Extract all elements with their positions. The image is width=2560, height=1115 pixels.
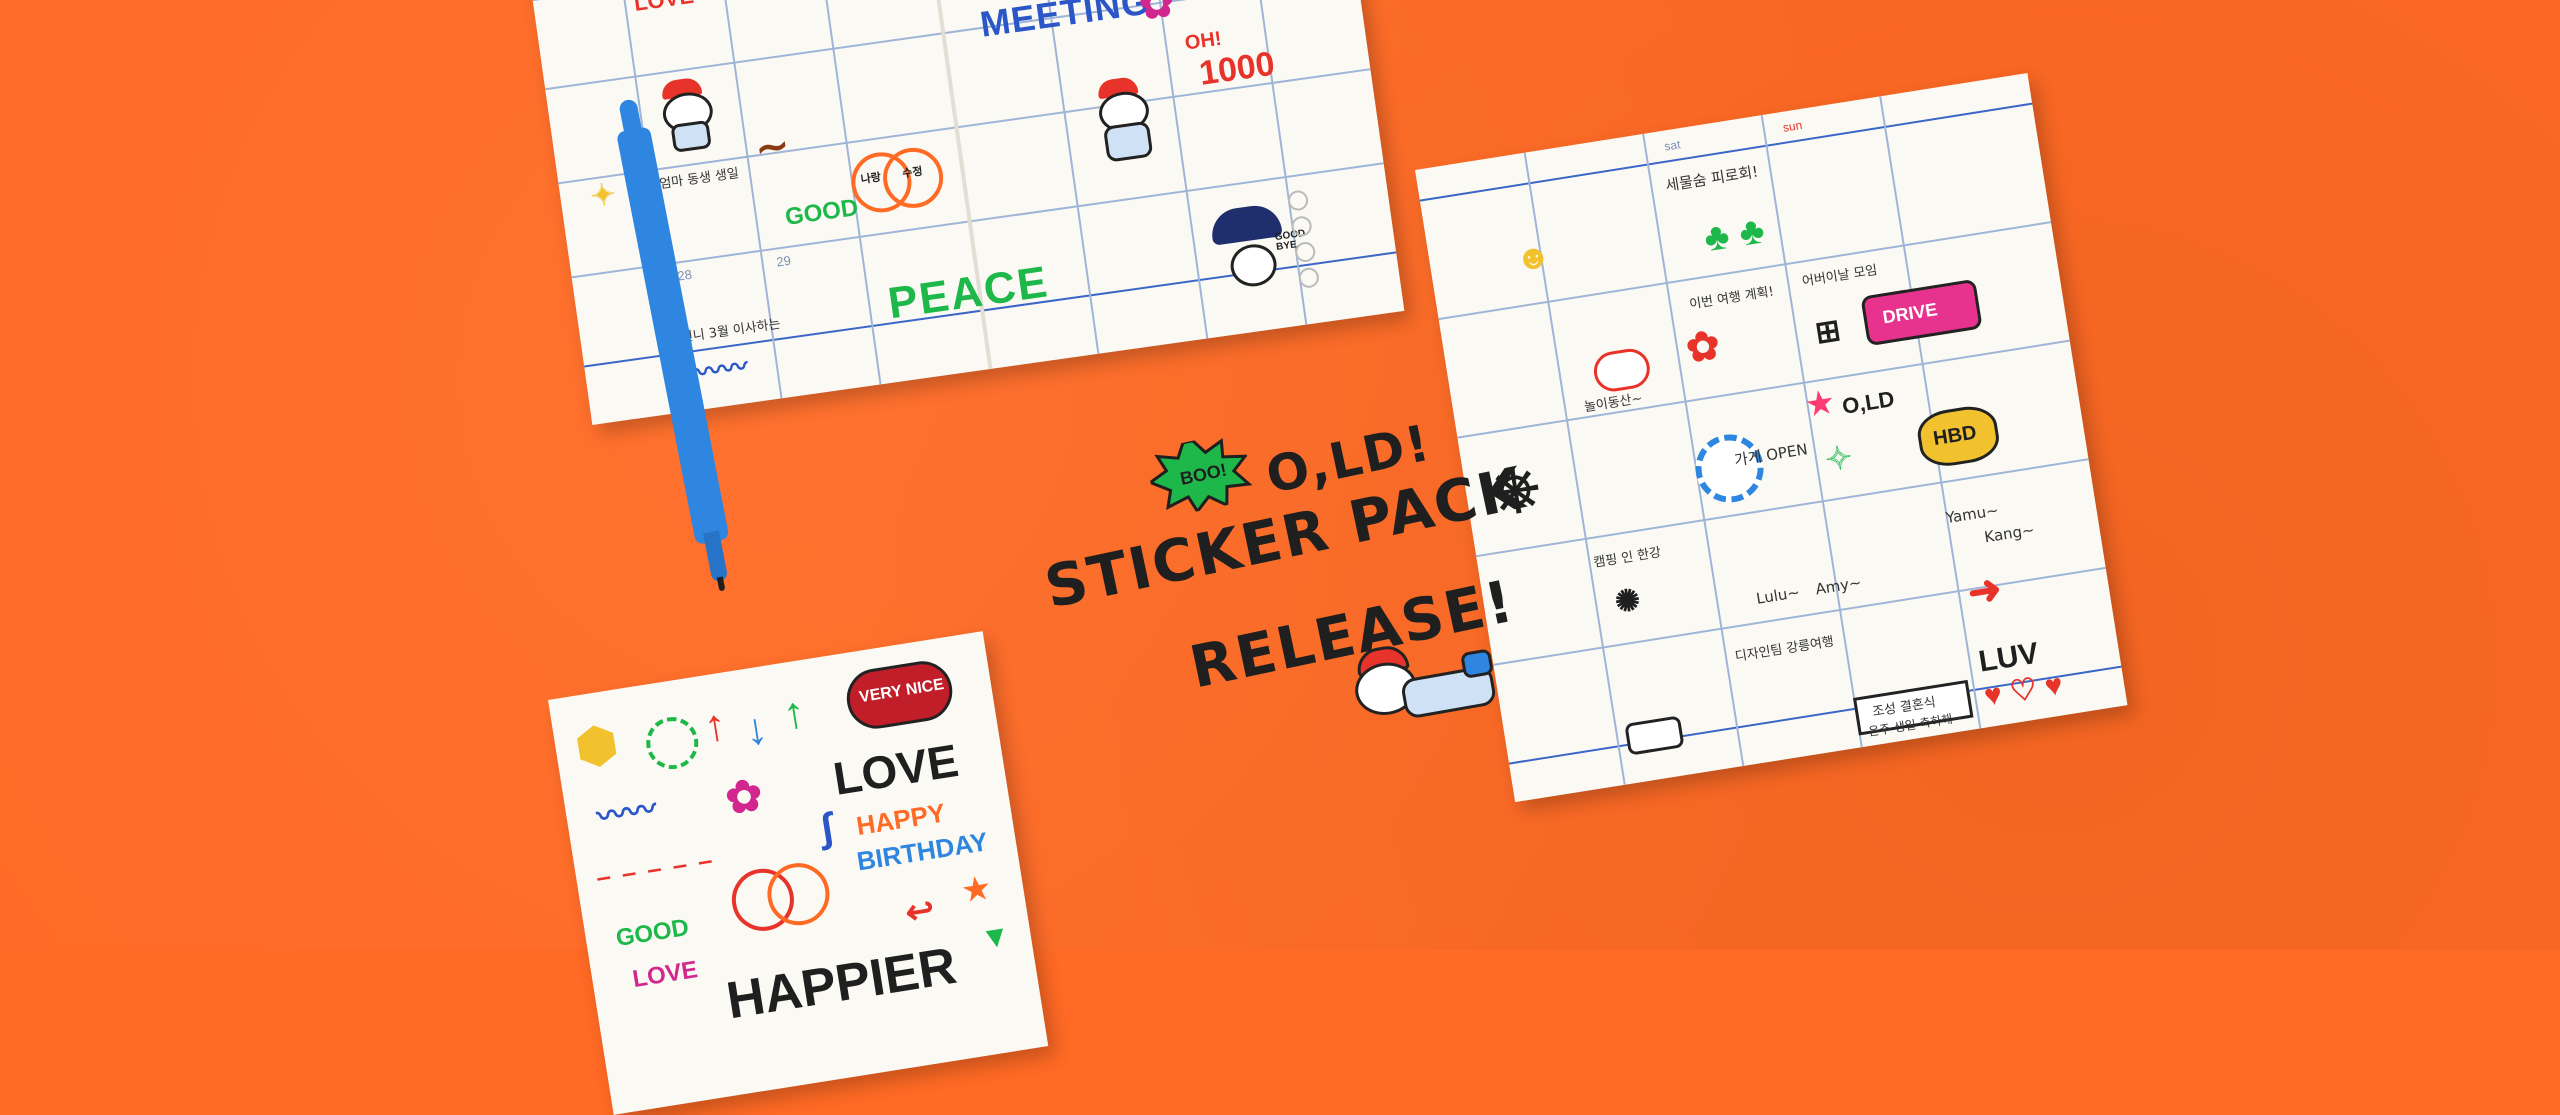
flower-sticker: ✿ bbox=[1683, 322, 1724, 372]
gift-icon: ⊞ bbox=[1812, 313, 1843, 351]
overlap-circles-sticker bbox=[727, 858, 835, 936]
car-sticker bbox=[1624, 715, 1685, 756]
arrow-down-icon: ↓ bbox=[741, 703, 771, 756]
sparkle-sticker: ✦ bbox=[588, 177, 618, 214]
flower-sticker: ✿ bbox=[1136, 0, 1178, 29]
love2-sticker: LOVE bbox=[630, 956, 700, 994]
star-sticker: ★ bbox=[960, 871, 993, 909]
character-sticker bbox=[650, 75, 719, 153]
character-sticker bbox=[1085, 74, 1160, 163]
wave-scribble: 〰〰 bbox=[694, 350, 750, 388]
good-sticker: GOOD bbox=[614, 913, 691, 953]
gear-sticker bbox=[1690, 429, 1769, 508]
handwritten-note: 세물숨 피로회! bbox=[1664, 162, 1760, 195]
flower-sticker: ✿ bbox=[721, 769, 767, 825]
very-nice-sticker: VERY NICE bbox=[842, 657, 957, 733]
arrow-up-icon: ↑ bbox=[700, 699, 730, 752]
smiley-sticker: ☻ bbox=[1512, 236, 1554, 280]
heart-sticker: ♥ bbox=[1236, 0, 1258, 7]
handwritten-note: 엄마 동생 생일 bbox=[658, 166, 740, 193]
dash-line: – – – – – bbox=[594, 844, 717, 893]
drive-label: DRIVE bbox=[1881, 299, 1939, 328]
peace-sticker: PEACE bbox=[885, 257, 1052, 329]
gem-sticker: ⬢ bbox=[571, 716, 622, 776]
very-nice-label: VERY NICE bbox=[858, 675, 946, 707]
cloud-sticker bbox=[1591, 345, 1653, 395]
love-sticker: LOVE bbox=[632, 0, 695, 16]
handwritten-note: 디자인팀 강릉여행 bbox=[1734, 634, 1835, 665]
day-number: 29 bbox=[775, 252, 792, 270]
sun-sticker: ✺ bbox=[1612, 583, 1643, 620]
hbd-sticker: HBD bbox=[1914, 402, 2003, 471]
curl-arrow-icon: ↩ bbox=[902, 890, 937, 933]
old-sticker: O,LD bbox=[1840, 386, 1897, 419]
weekday-label: sat bbox=[1663, 137, 1682, 154]
love-sticker: LOVE bbox=[829, 733, 962, 805]
arrow-sticker: ➜ bbox=[1964, 566, 2005, 616]
tilde-sticker: ∼ bbox=[752, 123, 792, 172]
sticker-sheet: ⬢ ↑ ↓ ↑ VERY NICE 〰〰 ✿ LOVE – – – – – HA… bbox=[548, 631, 1049, 1115]
planner-right: sat sun 세물숨 피로회! ☻ ♣ ♣ 이번 여행 계획! ✿ 어버이날 … bbox=[1415, 73, 2128, 803]
handwritten-note: 어버이날 모임 bbox=[1801, 263, 1879, 290]
hbd-label: HBD bbox=[1931, 421, 1979, 451]
handwritten-note: Lulu~ bbox=[1754, 583, 1802, 608]
weekday-label: sun bbox=[1781, 117, 1804, 135]
clover-sticker: ♣ ♣ bbox=[1701, 209, 1768, 261]
venn-sticker: 나랑 수정 bbox=[847, 144, 947, 217]
handwritten-note: 캠핑 인 한강 bbox=[1592, 545, 1663, 571]
meeting-sticker: MEETING bbox=[977, 0, 1153, 45]
handwritten-note: Yamu~ bbox=[1944, 501, 2000, 528]
drive-sticker: DRIVE bbox=[1860, 278, 1983, 347]
arrow-up-icon: ↑ bbox=[779, 687, 809, 740]
handwritten-note: Amy~ bbox=[1814, 573, 1863, 599]
oh-sticker: OH! bbox=[1183, 27, 1223, 55]
wave-scribble: 〰〰 bbox=[594, 792, 659, 835]
squiggle: ∫ bbox=[818, 805, 836, 851]
handwritten-note: 이번 여행 계획! bbox=[1688, 284, 1775, 313]
handwritten-note: Kang~ bbox=[1983, 520, 2036, 547]
star-sticker: ★ bbox=[1804, 385, 1836, 423]
dashed-circle-sticker bbox=[642, 713, 703, 773]
good-sticker: GOOD bbox=[783, 193, 860, 231]
happier-sticker: HAPPIER bbox=[722, 936, 961, 1031]
sparkle-sticker: ✧ bbox=[1822, 438, 1855, 479]
happy-sticker: HAPPY bbox=[854, 797, 948, 842]
